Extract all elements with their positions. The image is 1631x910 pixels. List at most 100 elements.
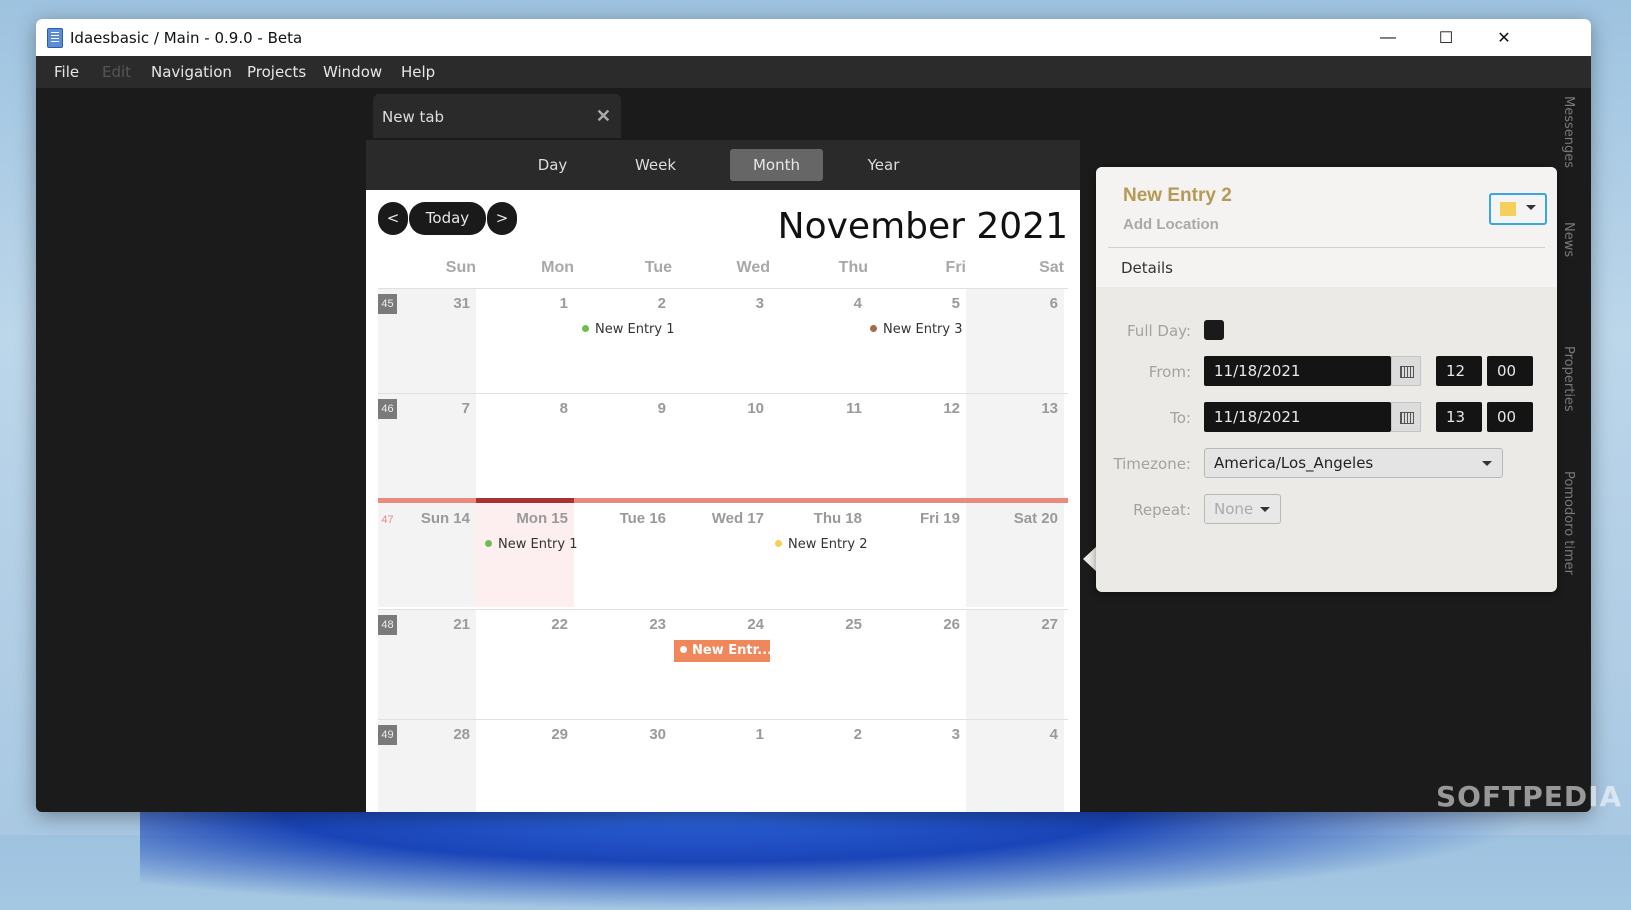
day-number: 29 bbox=[551, 726, 568, 743]
side-tab-properties[interactable]: Properties bbox=[1561, 346, 1576, 412]
day-cell[interactable]: 2 bbox=[770, 720, 868, 812]
to-date-input[interactable]: 11/18/2021 bbox=[1204, 402, 1391, 432]
dow-sun: Sun bbox=[445, 259, 476, 276]
tab-close-icon[interactable]: ✕ bbox=[596, 106, 611, 127]
next-month-button[interactable]: > bbox=[487, 202, 517, 235]
day-cell[interactable]: 11 bbox=[770, 394, 868, 503]
from-date-input[interactable]: 11/18/2021 bbox=[1204, 356, 1391, 386]
calendar-entry[interactable]: New Entry 1 bbox=[582, 322, 674, 337]
day-cell[interactable]: 29 bbox=[476, 720, 574, 812]
app-icon bbox=[47, 28, 63, 48]
to-minute-input[interactable]: 00 bbox=[1487, 402, 1533, 432]
side-tab-messenges[interactable]: Messenges bbox=[1561, 96, 1576, 168]
from-hour-input[interactable]: 12 bbox=[1436, 356, 1482, 386]
day-cell[interactable]: 3 bbox=[672, 289, 770, 398]
menu-edit: Edit bbox=[102, 63, 132, 81]
menu-window[interactable]: Window bbox=[323, 63, 382, 81]
close-button[interactable]: ✕ bbox=[1475, 19, 1533, 56]
day-cell[interactable]: Thu 18 bbox=[770, 498, 868, 607]
repeat-select: None bbox=[1204, 494, 1281, 524]
day-number: 30 bbox=[649, 726, 666, 743]
day-number: 2 bbox=[657, 295, 666, 312]
day-number: Fri 19 bbox=[919, 510, 960, 527]
chevron-down-icon bbox=[1482, 461, 1492, 466]
view-month-button[interactable]: Month bbox=[730, 149, 823, 181]
current-week-row: Sun 14 Mon 15 Tue 16 Wed 17 Thu 18 Fri 1… bbox=[378, 498, 1068, 607]
dow-wed: Wed bbox=[736, 259, 770, 276]
week-row: 31 1 2 3 4 5 6 45 New Entry 1 New Entry … bbox=[378, 288, 1068, 398]
full-day-checkbox[interactable] bbox=[1204, 320, 1224, 340]
today-button[interactable]: Today bbox=[409, 202, 486, 235]
day-cell[interactable]: 25 bbox=[770, 610, 868, 719]
day-number: 8 bbox=[559, 400, 568, 417]
day-cell[interactable]: 13 bbox=[966, 394, 1064, 503]
day-cell[interactable]: 26 bbox=[868, 610, 966, 719]
menu-help[interactable]: Help bbox=[401, 63, 435, 81]
day-cell[interactable]: 12 bbox=[868, 394, 966, 503]
day-number: 31 bbox=[453, 295, 470, 312]
day-number: 3 bbox=[951, 726, 960, 743]
prev-month-button[interactable]: < bbox=[378, 202, 408, 235]
view-year-button[interactable]: Year bbox=[837, 149, 930, 181]
calendar-icon[interactable] bbox=[1391, 356, 1421, 386]
day-cell[interactable]: 23 bbox=[574, 610, 672, 719]
day-number: 27 bbox=[1041, 616, 1058, 633]
day-cell[interactable]: 2 bbox=[574, 289, 672, 398]
week-number: 49 bbox=[378, 725, 397, 745]
calendar-entry[interactable]: New Entry 2 bbox=[775, 537, 867, 552]
calendar-entry[interactable]: New Entry 1 bbox=[485, 537, 577, 552]
details-tab[interactable]: Details bbox=[1121, 259, 1173, 277]
calendar-icon[interactable] bbox=[1391, 402, 1421, 432]
day-cell[interactable]: 5 bbox=[868, 289, 966, 398]
day-cell[interactable]: 1 bbox=[672, 720, 770, 812]
day-cell[interactable]: Sat 20 bbox=[966, 498, 1064, 607]
week-number: 47 bbox=[381, 514, 394, 526]
entry-title[interactable]: New Entry 2 bbox=[1123, 185, 1232, 207]
to-label: To: bbox=[1170, 409, 1191, 427]
entry-label: New Entry 3 bbox=[883, 322, 963, 337]
view-switcher: Day Week Month Year bbox=[366, 140, 1080, 190]
day-cell[interactable]: 22 bbox=[476, 610, 574, 719]
color-picker-dropdown[interactable] bbox=[1489, 193, 1547, 225]
menu-navigation[interactable]: Navigation bbox=[151, 63, 232, 81]
day-cell[interactable]: Wed 17 bbox=[672, 498, 770, 607]
day-cell[interactable]: 8 bbox=[476, 394, 574, 503]
day-cell[interactable]: 3 bbox=[868, 720, 966, 812]
minimize-button[interactable]: — bbox=[1359, 19, 1417, 56]
day-cell[interactable]: 6 bbox=[966, 289, 1064, 398]
day-cell[interactable]: 24 bbox=[672, 610, 770, 719]
side-tab-pomodoro-timer[interactable]: Pomodoro timer bbox=[1561, 471, 1576, 575]
day-number: 4 bbox=[853, 295, 862, 312]
day-number: 21 bbox=[453, 616, 470, 633]
day-number: 11 bbox=[846, 400, 862, 417]
entry-dot-icon bbox=[680, 646, 687, 653]
to-hour-input[interactable]: 13 bbox=[1436, 402, 1482, 432]
calendar-entry-selected[interactable]: New Entr... bbox=[674, 640, 770, 662]
day-cell[interactable]: Tue 16 bbox=[574, 498, 672, 607]
day-cell[interactable]: 4 bbox=[770, 289, 868, 398]
week-row: 7 8 9 10 11 12 13 46 bbox=[378, 393, 1068, 503]
day-cell[interactable]: 1 bbox=[476, 289, 574, 398]
today-cell[interactable]: Mon 15 bbox=[476, 498, 574, 607]
side-tab-news[interactable]: News bbox=[1561, 222, 1576, 257]
view-week-button[interactable]: Week bbox=[609, 149, 702, 181]
current-day-indicator bbox=[476, 498, 574, 503]
menu-file[interactable]: File bbox=[54, 63, 79, 81]
view-day-button[interactable]: Day bbox=[506, 149, 599, 181]
from-minute-input[interactable]: 00 bbox=[1487, 356, 1533, 386]
add-location-field[interactable]: Add Location bbox=[1123, 216, 1219, 233]
title-bar: Idaesbasic / Main - 0.9.0 - Beta — ☐ ✕ bbox=[36, 19, 1591, 56]
tab-new-tab[interactable]: New tab ✕ bbox=[373, 94, 621, 138]
day-number: Sun 14 bbox=[420, 510, 470, 527]
day-cell[interactable]: 4 bbox=[966, 720, 1064, 812]
day-cell[interactable]: Fri 19 bbox=[868, 498, 966, 607]
day-cell[interactable]: 10 bbox=[672, 394, 770, 503]
timezone-select[interactable]: America/Los_Angeles bbox=[1204, 448, 1503, 478]
day-cell[interactable]: 30 bbox=[574, 720, 672, 812]
maximize-button[interactable]: ☐ bbox=[1417, 19, 1475, 56]
day-number: Wed 17 bbox=[711, 510, 764, 527]
calendar-entry[interactable]: New Entry 3 bbox=[870, 322, 962, 337]
day-cell[interactable]: 9 bbox=[574, 394, 672, 503]
day-cell[interactable]: 27 bbox=[966, 610, 1064, 719]
menu-projects[interactable]: Projects bbox=[247, 63, 306, 81]
